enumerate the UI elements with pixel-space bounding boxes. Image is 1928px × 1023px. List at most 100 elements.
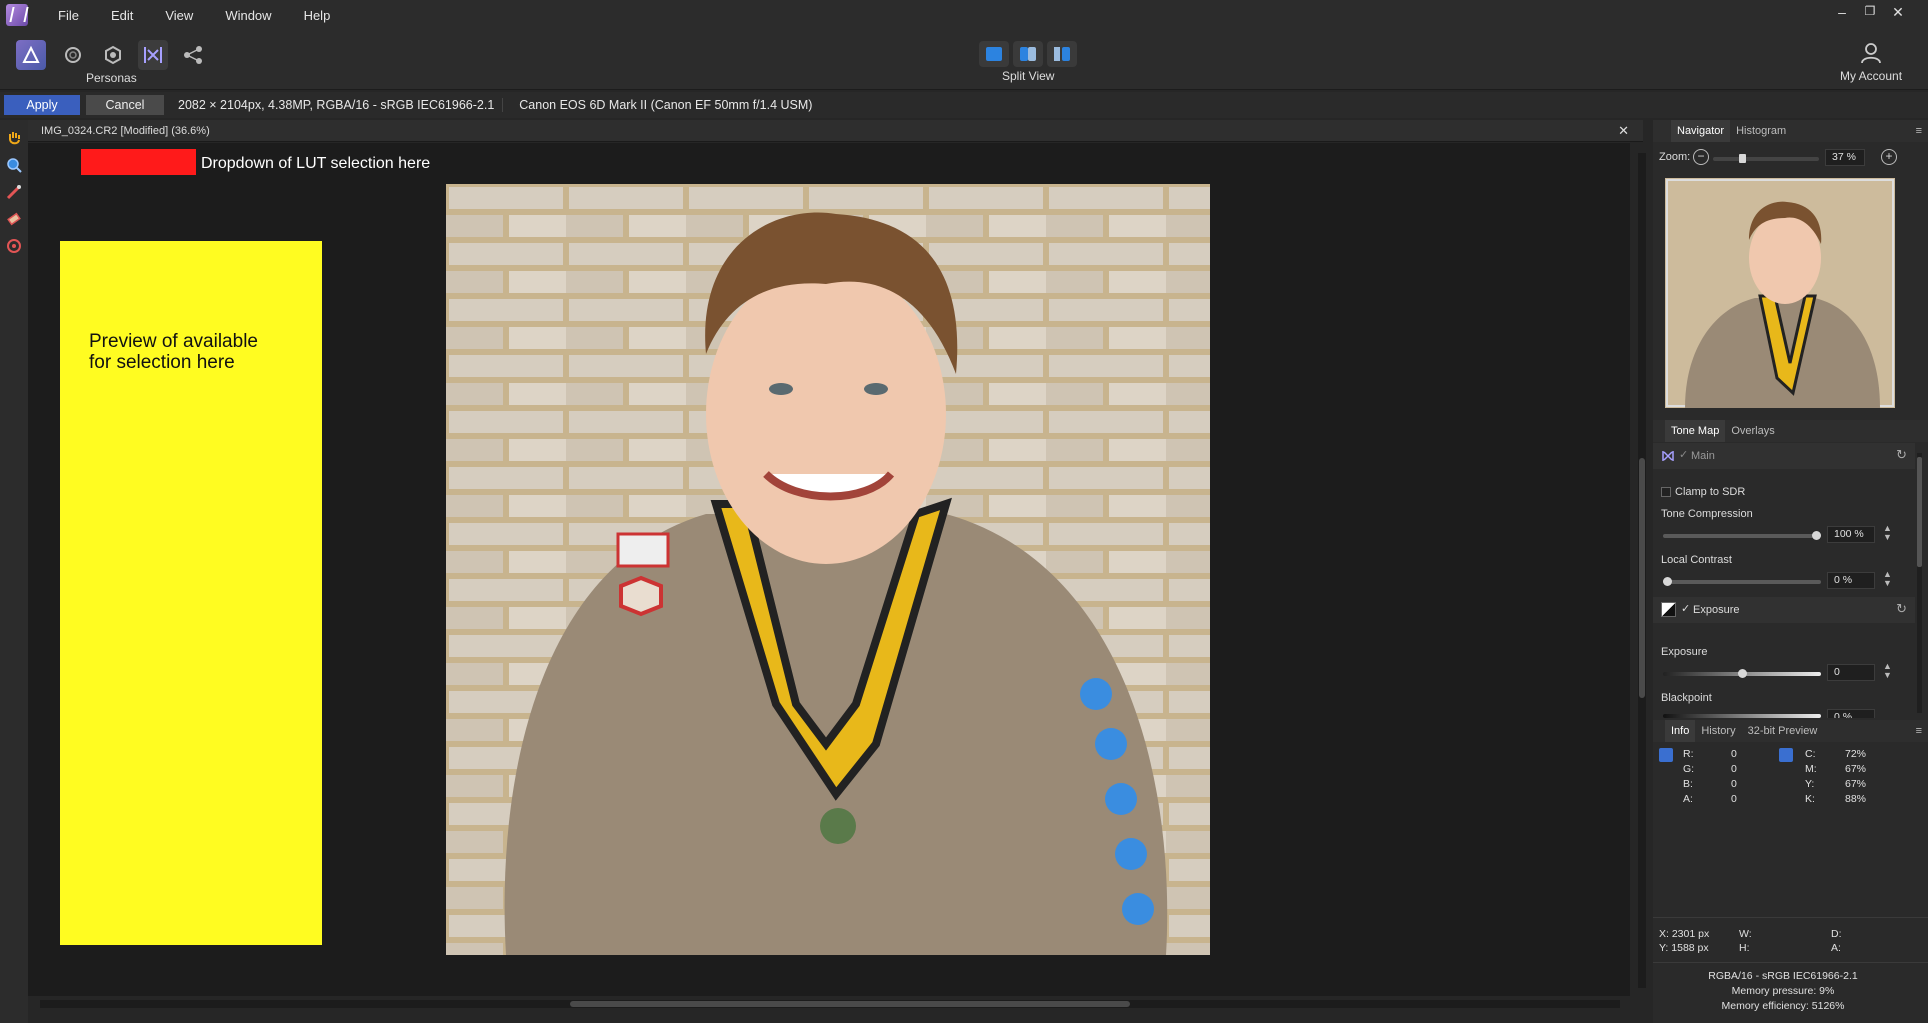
zoom-label: Zoom: bbox=[1659, 151, 1691, 163]
navigator-thumbnail[interactable] bbox=[1665, 178, 1895, 408]
local-contrast-stepper-icon[interactable]: ▲ ▼ bbox=[1883, 570, 1892, 588]
menu-file[interactable]: File bbox=[42, 8, 95, 23]
k-value: 88% bbox=[1845, 793, 1867, 805]
lut-preview-placeholder: Preview of available for selection here bbox=[60, 241, 322, 945]
brush-tool-icon[interactable] bbox=[4, 182, 24, 202]
mirror-view-button[interactable] bbox=[1047, 41, 1077, 67]
camera-info: Canon EOS 6D Mark II (Canon EF 50mm f/1.… bbox=[519, 98, 813, 112]
local-contrast-slider[interactable] bbox=[1663, 577, 1821, 586]
develop-persona-icon[interactable] bbox=[98, 40, 128, 70]
export-persona-icon[interactable] bbox=[178, 40, 208, 70]
exposure-stepper-icon[interactable]: ▲ ▼ bbox=[1883, 662, 1892, 680]
status-block: RGBA/16 - sRGB IEC61966-2.1 Memory press… bbox=[1653, 969, 1913, 1014]
tone-compression-knob[interactable] bbox=[1812, 531, 1821, 540]
exposure-section-header[interactable]: ✓ Exposure ↻ bbox=[1653, 597, 1915, 623]
zoom-value[interactable]: 37 % bbox=[1825, 149, 1865, 166]
y-label: Y: bbox=[1805, 778, 1815, 790]
menu-edit[interactable]: Edit bbox=[95, 8, 149, 23]
y-value: 67% bbox=[1845, 778, 1867, 790]
zoom-slider[interactable] bbox=[1713, 154, 1819, 163]
canvas[interactable]: Dropdown of LUT selection here Preview o… bbox=[28, 143, 1646, 996]
main-section-header[interactable]: ✓ Main ↻ bbox=[1653, 443, 1915, 469]
info-panel-menu-icon[interactable]: ≡ bbox=[1916, 725, 1922, 737]
apply-button[interactable]: Apply bbox=[4, 95, 80, 115]
menu-help[interactable]: Help bbox=[288, 8, 347, 23]
menu-view[interactable]: View bbox=[149, 8, 209, 23]
exposure-slider[interactable] bbox=[1663, 669, 1821, 678]
tab-history[interactable]: History bbox=[1695, 725, 1741, 737]
blackpoint-value[interactable]: 0 % bbox=[1827, 709, 1875, 718]
pos-y: Y: 1588 px bbox=[1659, 942, 1709, 954]
rgb-sampler-icon[interactable] bbox=[1659, 748, 1673, 762]
blackpoint-slider[interactable] bbox=[1663, 714, 1821, 718]
target-tool-icon[interactable] bbox=[4, 236, 24, 256]
blackpoint-label: Blackpoint bbox=[1661, 692, 1712, 704]
tab-overlays[interactable]: Overlays bbox=[1725, 425, 1780, 437]
tonemap-icon bbox=[1662, 451, 1674, 461]
erase-tool-icon[interactable] bbox=[4, 209, 24, 229]
document-title: IMG_0324.CR2 [Modified] (36.6%) bbox=[41, 125, 210, 137]
m-value: 67% bbox=[1845, 763, 1867, 775]
memory-pressure: Memory pressure: 9% bbox=[1731, 985, 1835, 997]
tone-compression-value[interactable]: 100 % bbox=[1827, 526, 1875, 543]
blackpoint-row: 0 % bbox=[1653, 706, 1915, 718]
close-document-icon[interactable]: ✕ bbox=[1618, 120, 1629, 142]
single-view-button[interactable] bbox=[979, 41, 1009, 67]
tab-32bit-preview[interactable]: 32-bit Preview bbox=[1742, 725, 1824, 737]
close-window-icon[interactable]: ✕ bbox=[1886, 4, 1910, 21]
clamp-sdr-checkbox[interactable] bbox=[1661, 487, 1671, 497]
tab-histogram[interactable]: Histogram bbox=[1730, 125, 1792, 137]
tone-mapping-persona-icon[interactable] bbox=[138, 40, 168, 70]
exposure-value[interactable]: 0 bbox=[1827, 664, 1875, 681]
c-value: 72% bbox=[1845, 748, 1867, 760]
reset-exposure-icon[interactable]: ↻ bbox=[1896, 601, 1907, 617]
tab-tone-map[interactable]: Tone Map bbox=[1665, 420, 1726, 442]
tab-info[interactable]: Info bbox=[1665, 720, 1696, 742]
lut-dropdown-note: Dropdown of LUT selection here bbox=[201, 155, 431, 172]
liquify-persona-icon[interactable] bbox=[58, 40, 88, 70]
exposure-knob[interactable] bbox=[1738, 669, 1747, 678]
zoom-in-icon[interactable]: + bbox=[1881, 149, 1897, 165]
vertical-scrollbar[interactable] bbox=[1638, 153, 1646, 988]
divider bbox=[1653, 917, 1928, 918]
document-tab[interactable]: IMG_0324.CR2 [Modified] (36.6%) ✕ bbox=[28, 120, 1643, 142]
minimize-icon[interactable]: – bbox=[1830, 4, 1854, 20]
local-contrast-value[interactable]: 0 % bbox=[1827, 572, 1875, 589]
menu-bar: File Edit View Window Help – ❐ ✕ bbox=[0, 0, 1928, 30]
m-label: M: bbox=[1805, 763, 1817, 775]
main-checkbox[interactable]: ✓ bbox=[1679, 448, 1688, 461]
w-label: W: bbox=[1739, 928, 1752, 940]
tab-navigator[interactable]: Navigator bbox=[1671, 120, 1731, 142]
h-label: H: bbox=[1739, 942, 1750, 954]
c-label: C: bbox=[1805, 748, 1816, 760]
zoom-out-icon[interactable]: − bbox=[1693, 149, 1709, 165]
main-label: Main bbox=[1691, 450, 1715, 462]
tone-compression-stepper-icon[interactable]: ▲ ▼ bbox=[1883, 524, 1892, 542]
cancel-button[interactable]: Cancel bbox=[86, 95, 164, 115]
g-value: 0 bbox=[1731, 763, 1737, 775]
menu-window[interactable]: Window bbox=[209, 8, 287, 23]
cmyk-sampler-icon[interactable] bbox=[1779, 748, 1793, 762]
split-view-button[interactable] bbox=[1013, 41, 1043, 67]
restore-icon[interactable]: ❐ bbox=[1858, 4, 1882, 18]
r-label: R: bbox=[1683, 748, 1694, 760]
reset-main-icon[interactable]: ↻ bbox=[1896, 447, 1907, 463]
b-value: 0 bbox=[1731, 778, 1737, 790]
tone-compression-slider[interactable] bbox=[1663, 531, 1821, 540]
panel-menu-icon[interactable]: ≡ bbox=[1916, 125, 1922, 137]
hand-tool-icon[interactable] bbox=[4, 128, 24, 148]
g-label: G: bbox=[1683, 763, 1695, 775]
horizontal-scrollbar[interactable] bbox=[40, 1000, 1620, 1008]
local-contrast-knob[interactable] bbox=[1663, 577, 1672, 586]
a-value: 0 bbox=[1731, 793, 1737, 805]
app-logo-icon[interactable] bbox=[6, 4, 28, 26]
color-profile: RGBA/16 - sRGB IEC61966-2.1 bbox=[1708, 970, 1858, 982]
my-account-label[interactable]: My Account bbox=[1840, 69, 1902, 83]
exposure-checkbox[interactable]: ✓ bbox=[1681, 602, 1690, 615]
photo-persona-icon[interactable] bbox=[16, 40, 46, 70]
clamp-sdr-label: Clamp to SDR bbox=[1675, 486, 1746, 498]
a-label: A: bbox=[1683, 793, 1693, 805]
zoom-tool-icon[interactable] bbox=[4, 155, 24, 175]
tonemap-scrollbar[interactable] bbox=[1917, 453, 1922, 713]
account-icon[interactable] bbox=[1856, 38, 1886, 68]
